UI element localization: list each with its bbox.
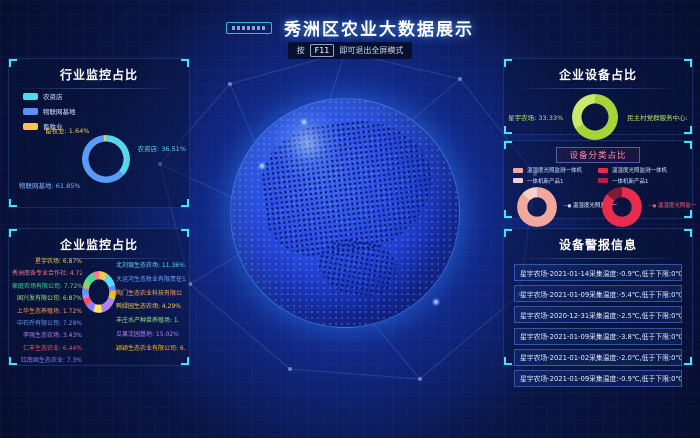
legend-label: 农资店	[43, 91, 63, 101]
divider	[19, 88, 179, 89]
donut-label: 农资店: 36.51%	[137, 143, 186, 153]
donut-label: 中石乔有限公司: 7.29%	[12, 318, 82, 327]
donut-label: 畜牧业: 1.64%	[45, 125, 89, 135]
donut-label: 仁丰生态农业: 6.44%	[12, 343, 82, 352]
fullscreen-hint: 按 F11 即可退出全屏模式	[0, 42, 700, 59]
alarm-row: 星宇农场-2021-01-09采集温度:-3.8℃,低于下限:0℃	[514, 328, 682, 345]
brand-logo	[226, 22, 272, 34]
globe	[230, 98, 460, 328]
device-class-donut-right[interactable]	[602, 187, 642, 227]
legend-label: 温湿度光照监测一体机	[527, 166, 582, 174]
legend-label: 物联网基地	[43, 106, 76, 116]
donut-label: 颖颖生态农业有限公司: 6.87%	[116, 343, 186, 352]
alarm-row: 星宇农场-2020-12-31采集温度:-2.5℃,低于下限:0℃	[514, 306, 682, 323]
hint-prefix: 按	[297, 45, 305, 56]
panel-title: 企业设备占比	[504, 59, 692, 83]
donut-label: 大运河生态牧业有限责任公	[116, 274, 186, 283]
donut-label: 星宇农场: 33.33%	[508, 112, 563, 122]
divider	[514, 258, 682, 259]
alarm-row: 星宇农场-2021-01-14采集温度:-0.9℃,低于下限:0℃	[514, 264, 682, 281]
spark-dot	[300, 118, 308, 126]
legend-swatch	[598, 168, 608, 173]
legend-label: 温湿度光照监测一体机	[612, 166, 667, 174]
alarm-row: 星宇农场-2021-01-09采集温度:-5.4℃,低于下限:0℃	[514, 285, 682, 302]
donut-label: 丰庄水产种苗养殖场: 1.	[116, 315, 186, 324]
device-class-donut-left[interactable]	[517, 187, 557, 227]
header: 秀洲区农业大数据展示	[0, 15, 700, 40]
legend-item[interactable]: 一体机新产品1	[598, 177, 683, 185]
donut-label: 鸭绿园生态农场: 4.29%	[116, 301, 186, 310]
panel-equipment-ratio: 企业设备占比 星宇农场: 33.33% 民主村党群服务中心:	[503, 58, 693, 135]
hint-suffix: 即可退出全屏模式	[339, 45, 403, 56]
donut-label: 红南国生态农业: 7.3%	[12, 355, 82, 364]
spark-dot	[432, 298, 440, 306]
legend-swatch	[23, 93, 38, 100]
donut-label: 温湿度光照监一	[648, 201, 696, 209]
alarm-row: 星宇农场-2021-01-02采集温度:-2.0℃,低于下限:0℃	[514, 349, 682, 366]
panel-title: 企业监控占比	[9, 229, 189, 253]
legend-label: 一体机新产品1	[612, 177, 649, 185]
donut-label: 家庭农场有限公司: 7.72%	[12, 281, 82, 290]
legend-item[interactable]: 物联网基地	[23, 106, 76, 116]
panel-enterprise-monitor: 企业监控占比 星宇农场: 6.87% 秀洲南各专业合作社: 4.72% 家庭农场…	[8, 228, 190, 366]
legend-swatch	[598, 178, 608, 183]
panel-title: 行业监控占比	[9, 59, 189, 83]
donut-label: 物联网基地: 61.85%	[19, 180, 81, 190]
donut-label: 国兴发有限公司: 6.87%	[12, 293, 82, 302]
enterprise-right-labels: 北刘银生态农场: 11.36% 大运河生态牧业有限责任公 陶门生态农业科技有限公…	[116, 256, 186, 368]
panel-device-alarms: 设备警报信息 星宇农场-2021-01-14采集温度:-0.9℃,低于下限:0℃…	[503, 228, 693, 366]
donut-label: 秀洲南各专业合作社: 4.72%	[12, 268, 82, 277]
donut-label: 陶门生态农业科技有限公	[116, 288, 186, 297]
donut-label: 瓜果沈园基地: 15.02%	[116, 329, 186, 338]
donut-label: 星宇农场: 6.87%	[12, 256, 82, 265]
panel-device-classification: 设备分类占比 温湿度光照监测一体机 一体机新产品1 温湿度光照监测一 温湿度光照…	[503, 140, 693, 219]
industry-donut-chart[interactable]	[82, 135, 130, 183]
panel-industry-monitor: 行业监控占比 农资店 物联网基地 畜牧业 畜牧业: 1.64% 农资店: 36.…	[8, 58, 190, 208]
device-class-group-right: 温湿度光照监测一体机 一体机新产品1 温湿度光照监一	[598, 166, 683, 227]
spark-dot	[258, 162, 266, 170]
equipment-donut-chart[interactable]	[572, 94, 618, 140]
alarm-row: 星宇农场-2021-01-09采集温度:-0.9℃,低于下限:0℃	[514, 370, 682, 387]
page-title: 秀洲区农业大数据展示	[284, 15, 474, 40]
enterprise-left-labels: 星宇农场: 6.87% 秀洲南各专业合作社: 4.72% 家庭农场有限公司: 7…	[12, 256, 82, 368]
donut-label: 民主村党群服务中心:	[627, 112, 688, 122]
legend-item[interactable]: 农资店	[23, 91, 76, 101]
enterprise-donut-chart[interactable]	[82, 271, 116, 313]
legend-swatch	[513, 178, 523, 183]
donut-label: 李强生态农场: 3.43%	[12, 330, 82, 339]
legend-item[interactable]: 温湿度光照监测一体机	[598, 166, 683, 174]
donut-label: 上华生态养殖场: 1.72%	[12, 306, 82, 315]
dashboard-stage: 秀洲区农业大数据展示 按 F11 即可退出全屏模式 行业监控占比 农资店 物联网…	[0, 0, 700, 438]
alarm-list: 星宇农场-2021-01-14采集温度:-0.9℃,低于下限:0℃ 星宇农场-2…	[504, 264, 692, 387]
f11-key-badge: F11	[310, 44, 335, 57]
donut-label: 北刘银生态农场: 11.36%	[116, 260, 186, 269]
legend-item[interactable]: 温湿度光照监测一体机	[513, 166, 598, 174]
legend-swatch	[23, 123, 38, 130]
legend-swatch	[23, 108, 38, 115]
panel-title: 设备警报信息	[504, 229, 692, 253]
legend-item[interactable]: 一体机新产品1	[513, 177, 598, 185]
legend-swatch	[513, 168, 523, 173]
legend-label: 一体机新产品1	[527, 177, 564, 185]
panel-title: 设备分类占比	[556, 147, 639, 163]
divider	[514, 88, 682, 89]
device-class-group-left: 温湿度光照监测一体机 一体机新产品1 温湿度光照监测一	[513, 166, 598, 227]
